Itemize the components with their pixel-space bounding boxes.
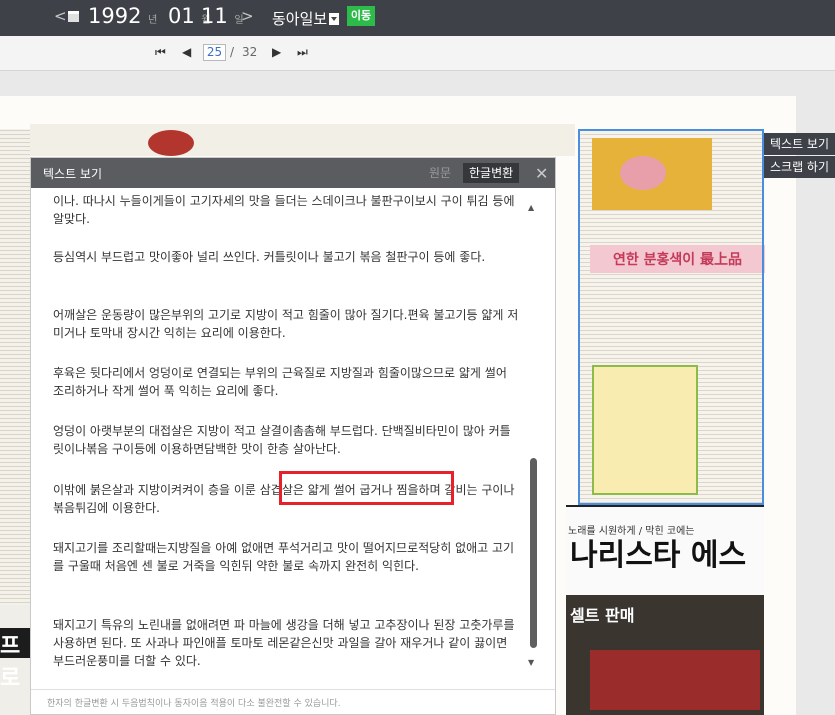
prev-page-button[interactable]: ◀	[182, 45, 191, 59]
page-navigation-bar: ⏮ ◀ 25 / 32 ▶ ⏭	[0, 36, 835, 71]
scroll-up-icon[interactable]: ▲	[528, 203, 534, 212]
paragraph: 돼지고기 특유의 노린내를 없애려면 파 마늘에 생강을 더해 넣고 고추장이나…	[53, 618, 515, 668]
last-page-button[interactable]: ⏭	[297, 45, 308, 60]
newspaper-bottom-left-heading: 프로	[0, 628, 32, 691]
total-pages: 32	[242, 45, 258, 59]
scroll-down-icon[interactable]: ▼	[528, 658, 534, 667]
tab-original[interactable]: 원문	[429, 163, 451, 183]
conversion-note: 한자의 한글변환 시 두음법칙이나 동자이음 적용이 다소 불완전할 수 있습니…	[47, 699, 341, 709]
prev-date-button[interactable]: <	[54, 7, 67, 25]
paragraph: 어깨살은 운동량이 많은부위의 고기로 지방이 적고 힘줄이 많아 질기다.편육…	[53, 308, 519, 340]
header-illustration	[148, 130, 194, 156]
year-value[interactable]: 1992 년	[88, 4, 157, 28]
day-value[interactable]: 11 일	[201, 4, 244, 28]
rug-image	[590, 650, 760, 710]
date-navigation-bar: < 1992 년 01 월 11 일 > 동아일보 이동	[0, 0, 835, 36]
page-separator: /	[230, 45, 235, 59]
panel-footer: 한자의 한글변환 시 두음법칙이나 동자이음 적용이 다소 불완전할 수 있습니…	[31, 689, 555, 714]
text-view-button[interactable]: 텍스트 보기	[764, 133, 835, 155]
scrollbar-thumb[interactable]	[530, 458, 537, 648]
panel-header: 텍스트 보기 원문 한글변환 ✕	[31, 158, 555, 188]
tab-hangul-conversion[interactable]: 한글변환	[463, 163, 520, 183]
ad-sale-title: 셀트 판매	[570, 606, 635, 625]
selected-article-outline[interactable]	[578, 129, 764, 505]
paragraph: 후육은 뒷다리에서 엉덩이로 연결되는 부위의 근육질로 지방질과 힘줄이많으므…	[53, 366, 507, 398]
newspaper-select[interactable]: 동아일보	[272, 8, 340, 29]
next-date-button[interactable]: >	[241, 7, 254, 25]
paragraph: 이나. 따나시 누들이게들이 고기자세의 맛을 들더는 스데이크나 불판구이보시…	[53, 194, 515, 226]
panel-text-body: 이나. 따나시 누들이게들이 고기자세의 맛을 들더는 스데이크나 불판구이보시…	[53, 192, 521, 676]
paragraph: 등심역시 부드럽고 맛이좋아 널리 쓰인다. 커틀릿이나 불고기 볶음 철판구이…	[53, 250, 486, 264]
panel-title: 텍스트 보기	[43, 167, 103, 181]
chevron-down-icon	[329, 13, 340, 25]
go-button[interactable]: 이동	[347, 6, 375, 26]
current-page-input[interactable]: 25	[203, 44, 226, 61]
newspaper-header-strip	[30, 124, 575, 156]
ad-brand: 나리스타 에스	[570, 538, 747, 573]
calendar-icon[interactable]	[68, 11, 79, 22]
close-icon[interactable]: ✕	[535, 164, 548, 183]
next-page-button[interactable]: ▶	[272, 45, 281, 59]
first-page-button[interactable]: ⏮	[155, 45, 166, 60]
text-view-panel: 텍스트 보기 원문 한글변환 ✕ 이나. 따나시 누들이게들이 고기자세의 맛을…	[30, 157, 556, 715]
paragraph: 돼지고기를 조리할때는지방질을 아예 없애면 푸석거리고 맛이 떨어지므로적당히…	[53, 541, 515, 573]
paragraph: 엉덩이 아랫부분의 대접살은 지방이 적고 살결이촘촘해 부드럽다. 단백질비타…	[53, 424, 511, 456]
scrap-button[interactable]: 스크랩 하기	[764, 156, 835, 178]
highlight-box	[279, 471, 454, 505]
